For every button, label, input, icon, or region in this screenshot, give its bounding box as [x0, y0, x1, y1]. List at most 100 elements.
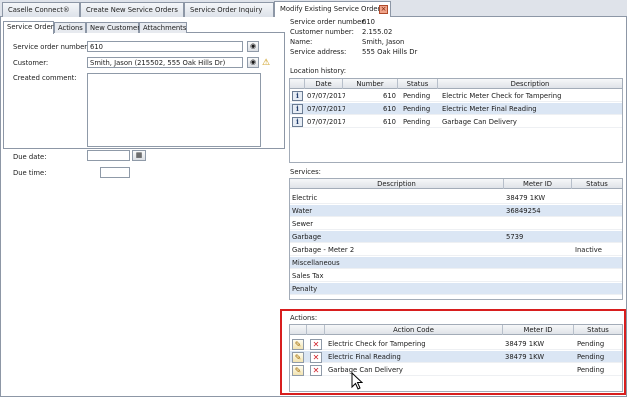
header-cell [290, 79, 305, 89]
info-name-label: Name: [290, 38, 313, 46]
meter-id-cell [504, 244, 572, 256]
meter-id-cell [504, 270, 572, 282]
meter-id-cell: 36849254 [506, 207, 541, 215]
info-address-label: Service address: [290, 48, 347, 56]
order-number-field[interactable]: 610 [87, 41, 243, 52]
table-row[interactable]: i 07/07/2017 610 Pending Garbage Can Del… [290, 116, 622, 128]
header-cell: Description [290, 179, 504, 189]
grid-header: Description Meter ID Status [290, 179, 622, 189]
tab-label: Actions [58, 24, 83, 32]
table-row[interactable]: Electric 38479 1KW [290, 192, 622, 204]
table-row[interactable]: i 07/07/2017 610 Pending Electric Meter … [290, 90, 622, 102]
sub-tab-bar: Service Order Actions New Customer Attac… [3, 21, 285, 34]
tab-label: Service Order Inquiry [190, 6, 263, 14]
due-time-field[interactable] [100, 167, 130, 178]
table-row[interactable]: i 07/07/2017 610 Pending Electric Meter … [290, 103, 622, 115]
due-date-field[interactable] [87, 150, 130, 161]
due-date-label: Due date: [13, 153, 47, 161]
table-row[interactable]: Penalty [290, 283, 622, 295]
meter-id-cell [504, 283, 572, 295]
location-history-grid: Date Number Status Description i 07/07/2… [289, 78, 623, 163]
binoculars-icon[interactable]: ◉ [247, 57, 259, 68]
description-cell: Garbage Can Delivery [442, 118, 517, 126]
description-cell: Water [292, 207, 313, 215]
meter-id-cell [504, 257, 572, 269]
top-tab-bar: Caselle Connect® Create New Service Orde… [0, 0, 627, 18]
description-cell: Electric Meter Check for Tampering [442, 92, 562, 100]
tab-label: Modify Existing Service Orders [280, 5, 384, 13]
tab-new-customer[interactable]: New Customer [86, 22, 141, 33]
status-cell [573, 283, 622, 295]
status-cell [573, 231, 622, 243]
description-cell: Sewer [292, 220, 314, 228]
description-cell: Garbage - Meter 2 [292, 246, 355, 254]
mouse-pointer-icon [351, 372, 363, 390]
comment-textarea[interactable] [87, 73, 261, 147]
tab-create-new-service-orders[interactable]: Create New Service Orders [80, 2, 184, 17]
header-cell: Number [343, 79, 398, 89]
info-icon[interactable]: i [292, 117, 303, 127]
info-address-value: 555 Oak Hills Dr [362, 48, 418, 56]
description-cell: Penalty [292, 285, 318, 293]
description-cell: Sales Tax [292, 272, 324, 280]
header-cell: Date [305, 79, 343, 89]
table-row[interactable]: Sales Tax [290, 270, 622, 282]
services-grid: Description Meter ID Status Electric 384… [289, 178, 623, 300]
tab-attachments[interactable]: Attachments [139, 22, 187, 33]
due-time-label: Due time: [13, 169, 47, 177]
binoculars-icon[interactable]: ◉ [247, 41, 259, 52]
tab-label: Service Order [7, 23, 54, 31]
table-row[interactable]: Garbage 5739 [290, 231, 622, 243]
info-customer-number-value: 2.155.02 [362, 28, 393, 36]
meter-id-cell [504, 218, 572, 230]
date-cell: 07/07/2017 [307, 105, 345, 113]
info-icon[interactable]: i [292, 104, 303, 114]
description-cell: Electric Meter Final Reading [442, 105, 537, 113]
meter-id-cell: 38479 1KW [506, 194, 546, 202]
status-cell: Inactive [575, 246, 602, 254]
tab-label: Attachments [143, 24, 187, 32]
customer-label: Customer: [13, 59, 49, 67]
info-order-number-value: 610 [362, 18, 375, 26]
comment-label: Created comment: [13, 74, 77, 82]
table-row[interactable]: Garbage - Meter 2 Inactive [290, 244, 622, 256]
tab-caselle-connect[interactable]: Caselle Connect® [2, 2, 80, 17]
warning-icon: ⚠ [262, 58, 271, 68]
number-cell: 610 [383, 92, 396, 100]
table-row[interactable]: Sewer [290, 218, 622, 230]
status-cell [573, 270, 622, 282]
tab-label: Create New Service Orders [86, 6, 178, 14]
close-icon[interactable]: × [379, 5, 388, 14]
date-cell: 07/07/2017 [307, 92, 345, 100]
services-title: Services: [290, 168, 321, 176]
highlight-box [280, 309, 626, 395]
header-cell: Status [586, 180, 608, 188]
header-cell: Description [510, 80, 550, 88]
location-history-title: Location history: [290, 67, 347, 75]
status-cell: Pending [403, 92, 431, 100]
info-name-value: Smith, Jason [362, 38, 405, 46]
calendar-icon[interactable]: ▦ [132, 150, 146, 161]
table-row[interactable]: Miscellaneous [290, 257, 622, 269]
tab-actions[interactable]: Actions [54, 22, 86, 33]
number-cell: 610 [383, 105, 396, 113]
order-number-label: Service order number: [13, 43, 90, 51]
tab-modify-existing-service-orders[interactable]: Modify Existing Service Orders × [274, 1, 391, 18]
grid-header: Date Number Status Description [290, 79, 622, 89]
info-icon[interactable]: i [292, 91, 303, 101]
description-cell: Miscellaneous [292, 259, 340, 267]
customer-field[interactable]: Smith, Jason (215502, 555 Oak Hills Dr) [87, 57, 243, 68]
status-cell: Pending [403, 105, 431, 113]
info-customer-number-label: Customer number: [290, 28, 354, 36]
tab-service-order-inquiry[interactable]: Service Order Inquiry [184, 2, 274, 17]
status-cell [573, 192, 622, 204]
header-cell: Status [398, 79, 438, 89]
tab-label: New Customer [90, 24, 141, 32]
status-cell [573, 257, 622, 269]
tab-label: Caselle Connect® [8, 6, 70, 14]
description-cell: Electric [292, 194, 318, 202]
table-row[interactable]: Water 36849254 [290, 205, 622, 217]
number-cell: 610 [383, 118, 396, 126]
status-cell [573, 205, 622, 217]
info-order-number-label: Service order number: [290, 18, 367, 26]
